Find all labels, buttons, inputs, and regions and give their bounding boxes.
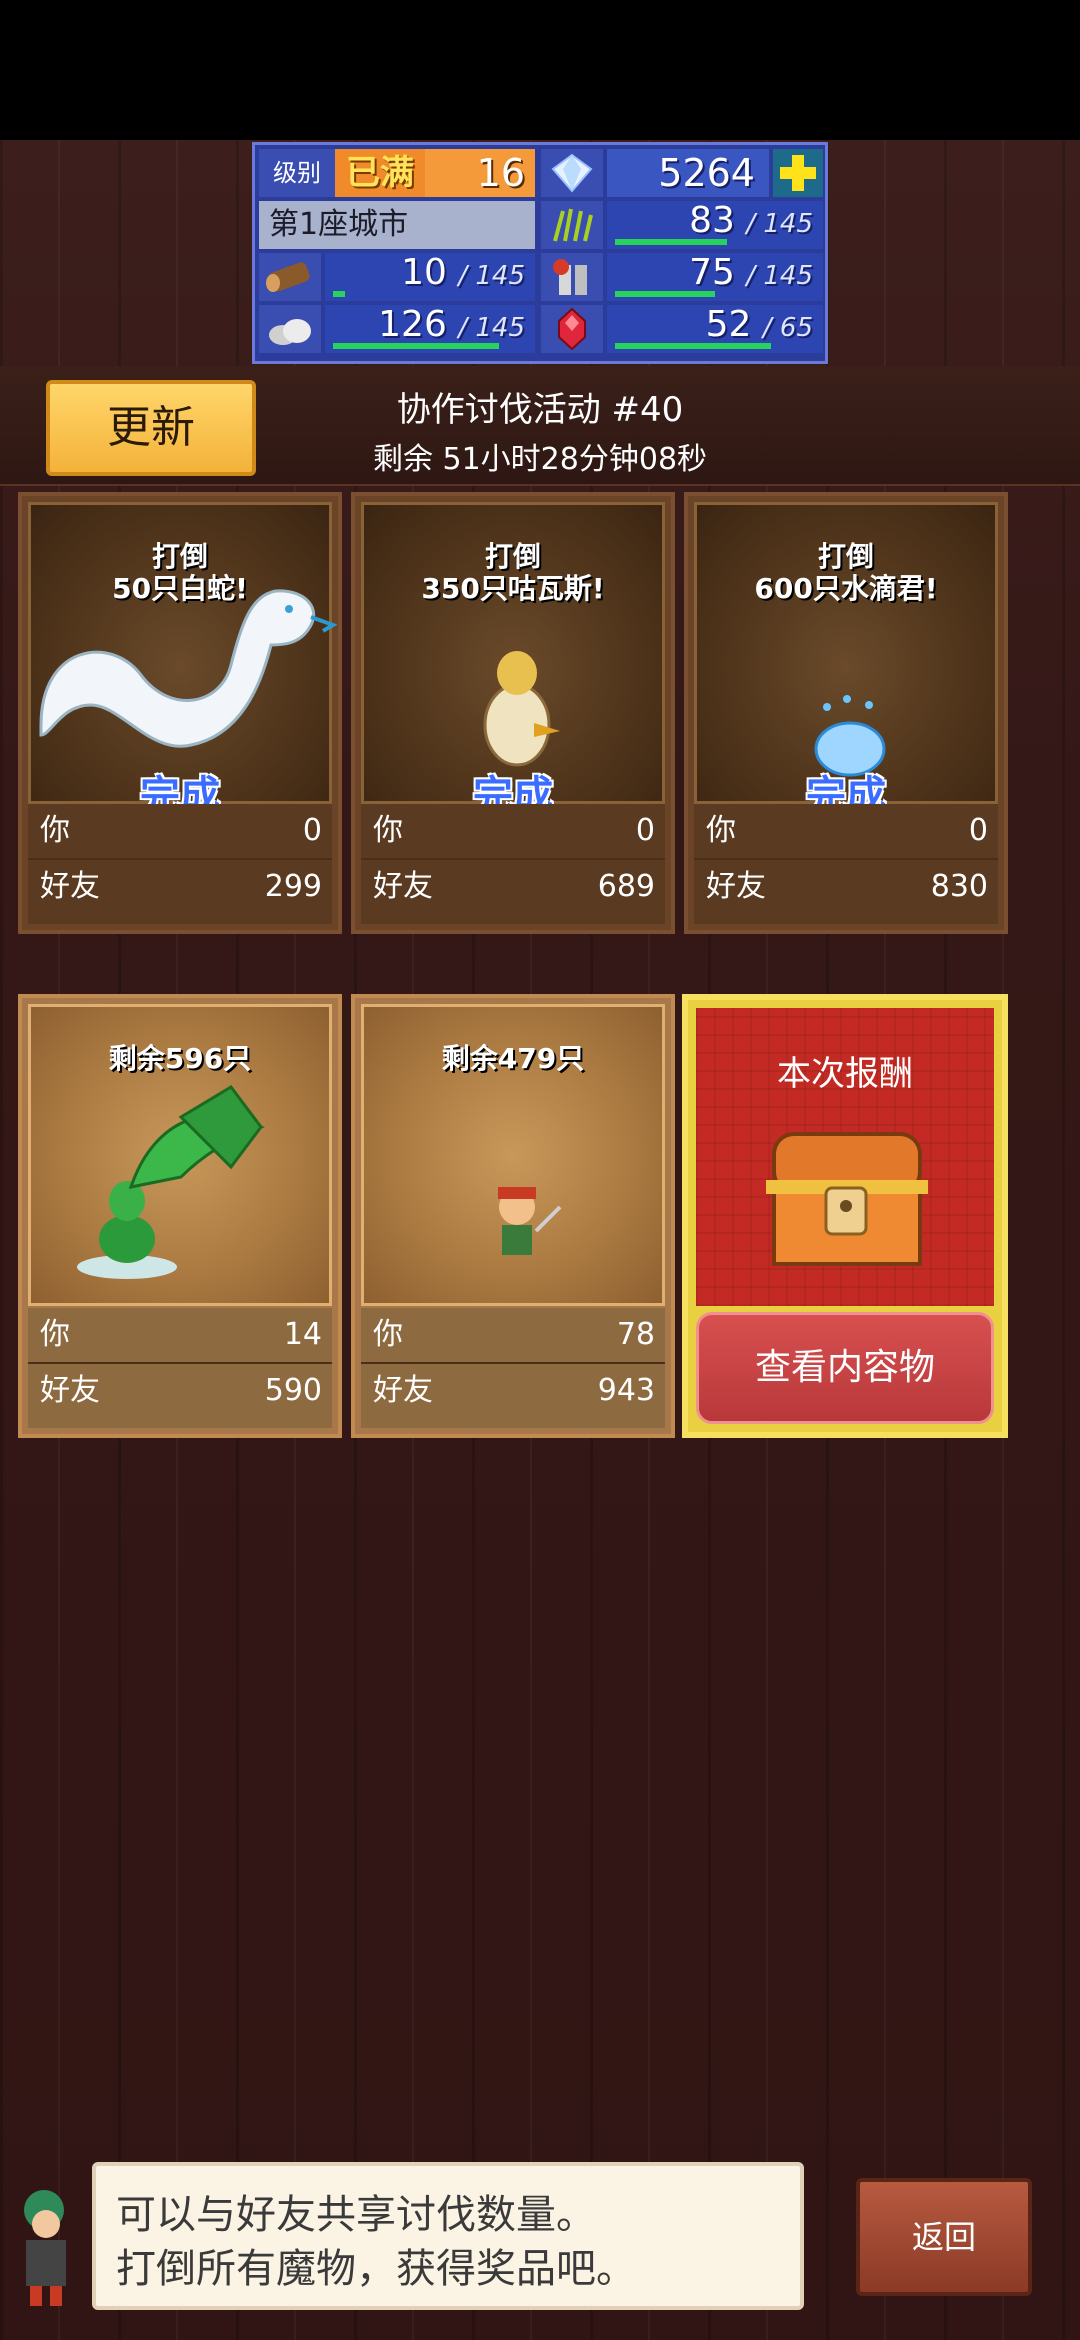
event-remaining-time: 剩余 51小时28分钟08秒 bbox=[372, 442, 708, 477]
quest-stats: 你 0 好友 830 bbox=[694, 804, 998, 924]
diamond-icon bbox=[541, 149, 603, 197]
you-count: 0 bbox=[635, 813, 655, 848]
grass-resource: 83 / 145 bbox=[607, 201, 823, 249]
top-black-bar bbox=[0, 0, 1080, 140]
red-gem-icon bbox=[541, 305, 603, 353]
view-contents-button[interactable]: 查看内容物 bbox=[696, 1312, 994, 1424]
status-panel: 级别 已满 16 5264 第1座城市 83 / 145 10 / 145 75… bbox=[252, 142, 828, 364]
stone-bar bbox=[333, 343, 499, 349]
stone-resource: 126 / 145 bbox=[325, 305, 535, 353]
gem-count: 5264 bbox=[607, 149, 769, 197]
you-label: 你 bbox=[373, 813, 403, 848]
quest-goal: 剩余479只 bbox=[441, 1042, 585, 1075]
stone-max: 145 bbox=[475, 313, 525, 343]
hint-dialog: 可以与好友共享讨伐数量。 打倒所有魔物，获得奖品吧。 bbox=[92, 2162, 804, 2310]
npc-avatar bbox=[6, 2170, 86, 2310]
add-gems-button[interactable] bbox=[773, 149, 823, 197]
friend-count: 299 bbox=[264, 869, 322, 904]
level-value: 16 bbox=[425, 149, 535, 197]
level-max-badge: 已满 bbox=[335, 149, 425, 197]
quest-stats: 你 14 好友 590 bbox=[28, 1308, 332, 1428]
friend-label: 好友 bbox=[373, 1373, 433, 1408]
you-label: 你 bbox=[40, 1317, 70, 1352]
tools-resource: 75 / 145 bbox=[607, 253, 823, 301]
tools-icon bbox=[541, 253, 603, 301]
friend-label: 好友 bbox=[40, 869, 100, 904]
gem-resource: 52 / 65 bbox=[607, 305, 823, 353]
quest-card-bird[interactable]: 打倒 350只咕瓦斯! 完成 你 0 好友 689 bbox=[351, 492, 675, 934]
event-title: 协作讨伐活动 #40 bbox=[396, 390, 684, 430]
friend-count: 830 bbox=[930, 869, 988, 904]
stone-value: 126 bbox=[378, 304, 447, 345]
card-art: 打倒 50只白蛇! 完成 bbox=[28, 502, 337, 819]
grass-bar bbox=[615, 239, 727, 245]
card-art: 打倒 350只咕瓦斯! 完成 bbox=[361, 502, 665, 819]
you-label: 你 bbox=[40, 813, 70, 848]
tools-value: 75 bbox=[689, 252, 735, 293]
friend-count: 590 bbox=[264, 1373, 322, 1408]
quest-card-water-drop[interactable]: 打倒 600只水滴君! 完成 你 0 好友 830 bbox=[684, 492, 1008, 934]
hint-line-1: 可以与好友共享讨伐数量。 bbox=[116, 2192, 596, 2238]
you-count: 0 bbox=[302, 813, 322, 848]
back-button[interactable]: 返回 bbox=[856, 2178, 1032, 2296]
quest-card-pirate[interactable]: 剩余479只 你 78 好友 943 bbox=[351, 994, 675, 1438]
card-art: 打倒 600只水滴君! 完成 bbox=[694, 502, 998, 819]
quest-goal: 打倒 50只白蛇! bbox=[112, 540, 248, 605]
wood-bar bbox=[333, 291, 345, 297]
grass-value: 83 bbox=[689, 200, 735, 241]
wood-resource: 10 / 145 bbox=[325, 253, 535, 301]
you-count: 78 bbox=[616, 1317, 655, 1352]
tools-bar bbox=[615, 291, 715, 297]
quest-card-plant[interactable]: 剩余596只 你 14 好友 590 bbox=[18, 994, 342, 1438]
red-gem-value: 52 bbox=[705, 304, 752, 345]
you-label: 你 bbox=[373, 1317, 403, 1352]
city-name: 第1座城市 bbox=[259, 201, 535, 249]
wood-max: 145 bbox=[475, 261, 525, 291]
card-art: 剩余596只 bbox=[28, 1004, 332, 1306]
you-count: 14 bbox=[283, 1317, 322, 1352]
update-button[interactable]: 更新 bbox=[46, 380, 256, 476]
quest-stats: 你 0 好友 689 bbox=[361, 804, 665, 924]
quest-goal: 打倒 600只水滴君! bbox=[754, 540, 938, 605]
card-art: 剩余479只 bbox=[361, 1004, 665, 1306]
grass-icon bbox=[541, 201, 603, 249]
friend-label: 好友 bbox=[40, 1373, 100, 1408]
friend-count: 689 bbox=[597, 869, 655, 904]
reward-card: 本次报酬 查看内容物 bbox=[682, 994, 1008, 1438]
grass-max: 145 bbox=[763, 209, 813, 239]
friend-label: 好友 bbox=[706, 869, 766, 904]
quest-stats: 你 78 好友 943 bbox=[361, 1308, 665, 1428]
tools-max: 145 bbox=[763, 261, 813, 291]
stone-icon bbox=[259, 305, 321, 353]
quest-goal: 剩余596只 bbox=[108, 1042, 252, 1075]
quest-card-white-snake[interactable]: 打倒 50只白蛇! 完成 你 0 好友 299 bbox=[18, 492, 342, 934]
wood-value: 10 bbox=[401, 252, 447, 293]
you-label: 你 bbox=[706, 813, 736, 848]
quest-stats: 你 0 好友 299 bbox=[28, 804, 332, 924]
wood-log-icon bbox=[259, 253, 321, 301]
friend-label: 好友 bbox=[373, 869, 433, 904]
red-gem-max: 65 bbox=[779, 313, 813, 343]
red-gem-bar bbox=[615, 343, 771, 349]
friend-count: 943 bbox=[597, 1373, 655, 1408]
hint-line-2: 打倒所有魔物，获得奖品吧。 bbox=[116, 2246, 636, 2292]
you-count: 0 bbox=[968, 813, 988, 848]
quest-goal: 打倒 350只咕瓦斯! bbox=[421, 540, 605, 605]
treasure-chest-icon bbox=[766, 1132, 928, 1266]
reward-panel: 本次报酬 bbox=[696, 1008, 994, 1306]
level-label: 级别 bbox=[259, 149, 335, 197]
